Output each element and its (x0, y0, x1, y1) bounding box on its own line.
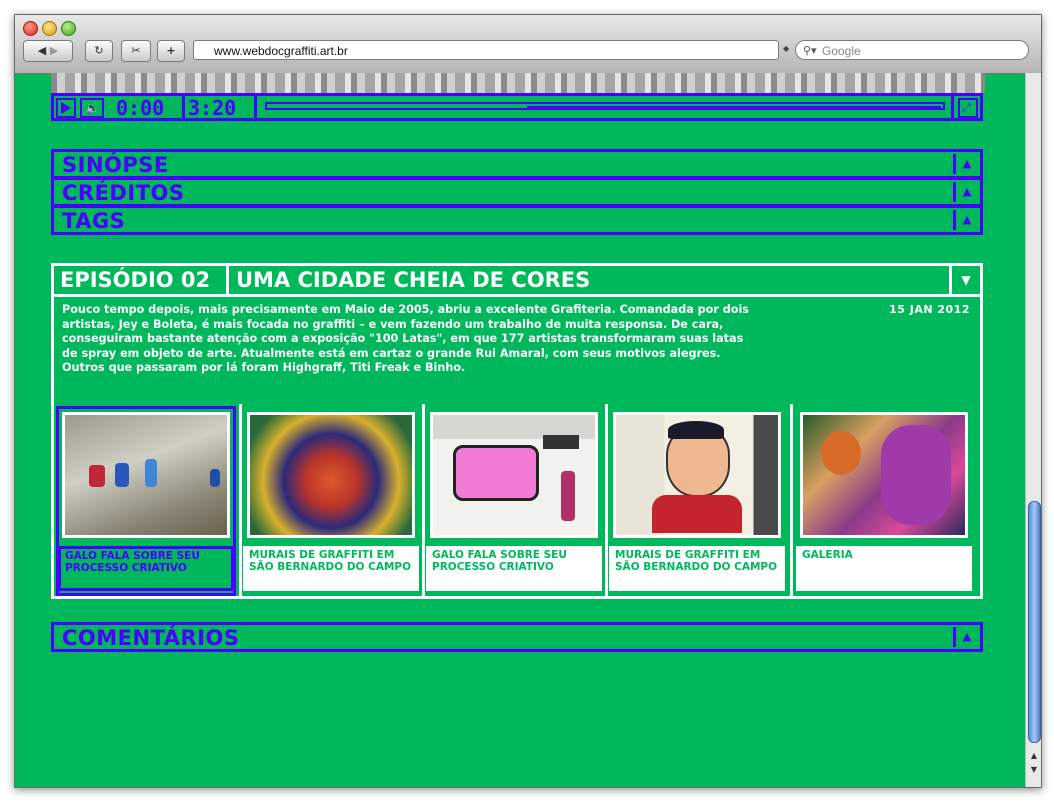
expand-down-icon[interactable]: ▼ (949, 266, 980, 294)
back-forward-buttons[interactable]: ◀ ▶ (23, 40, 73, 62)
comentarios-label: COMENTÁRIOS (62, 626, 240, 650)
vertical-scrollbar[interactable]: ▲ ▼ (1025, 73, 1041, 787)
video-card[interactable]: MURAIS DE GRAFFITI EM SÃO BERNARDO DO CA… (243, 408, 419, 594)
scroll-down-arrow-icon[interactable]: ▼ (1027, 763, 1041, 776)
episode-header[interactable]: EPISÓDIO 02 UMA CIDADE CHEIA DE CORES ▼ (54, 266, 980, 297)
graffiti-figure (145, 459, 157, 487)
divider (790, 404, 793, 596)
add-bookmark-button[interactable]: + (157, 40, 185, 62)
episode-panel: EPISÓDIO 02 UMA CIDADE CHEIA DE CORES ▼ … (51, 263, 983, 599)
person-figure (561, 471, 575, 521)
forward-arrow-icon[interactable]: ▶ (50, 44, 58, 57)
snapback-button[interactable]: ✂ (121, 40, 151, 62)
section-creditos[interactable]: CRÉDITOS ▲ (51, 177, 983, 207)
graffiti-tag (453, 445, 539, 501)
graffiti-figure (89, 465, 105, 487)
graffiti-figure (210, 469, 220, 487)
progress-bar[interactable] (254, 96, 954, 118)
search-field[interactable]: ⚲▾ Google (795, 40, 1029, 60)
search-icon: ⚲▾ (803, 45, 817, 57)
scroll-up-arrow-icon[interactable]: ▲ (1027, 749, 1041, 762)
gallery-card[interactable]: GALERIA (796, 408, 972, 594)
thumbnail-image[interactable] (247, 412, 415, 538)
graffiti-hair (821, 431, 861, 475)
graffiti-tag (543, 435, 579, 449)
reload-icon: ↻ (94, 44, 104, 57)
thumbnail-image[interactable] (613, 412, 781, 538)
volume-button[interactable]: 🔈 (80, 98, 104, 118)
fullscreen-button[interactable]: ⤢ (958, 98, 978, 118)
graffiti-figure (115, 463, 129, 487)
back-arrow-icon[interactable]: ◀ (38, 44, 46, 57)
tags-label: TAGS (62, 209, 126, 233)
close-window-button[interactable] (23, 21, 38, 36)
divider (605, 404, 608, 596)
current-time: 0:00 (116, 96, 165, 120)
video-card[interactable]: GALO FALA SOBRE SEU PROCESSO CRIATIVO (426, 408, 602, 594)
scroll-thumb[interactable] (1028, 501, 1041, 743)
plus-icon: + (166, 44, 176, 57)
video-controls: 🔈 0:00 3:20 ⤢ (51, 93, 983, 121)
video-card[interactable]: GALO FALA SOBRE SEU PROCESSO CRIATIVO (56, 406, 236, 596)
card-caption[interactable]: GALO FALA SOBRE SEU PROCESSO CRIATIVO (58, 546, 234, 591)
collapse-up-icon[interactable]: ▲ (953, 182, 978, 202)
fullscreen-icon: ⤢ (962, 101, 971, 114)
graffiti-body (652, 495, 742, 533)
episode-date: 15 JAN 2012 (889, 303, 970, 316)
reload-button[interactable]: ↻ (85, 40, 113, 62)
divider (182, 96, 185, 118)
sinopse-label: SINÓPSE (62, 153, 169, 177)
video-frame[interactable] (51, 73, 985, 93)
episode-title: UMA CIDADE CHEIA DE CORES (236, 268, 591, 292)
progress-track[interactable] (265, 102, 945, 110)
duration: 3:20 (188, 96, 237, 120)
address-stepper-icon[interactable]: ◆ (783, 44, 789, 53)
zoom-window-button[interactable] (61, 21, 76, 36)
episode-description: Pouco tempo depois, mais precisamente em… (62, 303, 749, 375)
browser-window: ◀ ▶ ↻ ✂ + www.webdocgraffiti.art.br ◆ ⚲▾… (14, 14, 1042, 788)
snapback-icon: ✂ (131, 44, 141, 57)
episode-number: EPISÓDIO 02 (60, 268, 211, 292)
volume-icon: 🔈 (85, 101, 100, 115)
address-bar[interactable]: www.webdocgraffiti.art.br (193, 40, 779, 60)
card-caption[interactable]: GALERIA (796, 546, 972, 591)
section-comentarios[interactable]: COMENTÁRIOS ▲ (51, 622, 983, 652)
buffer-indicator (527, 106, 941, 108)
browser-toolbar: ◀ ▶ ↻ ✂ + www.webdocgraffiti.art.br ◆ ⚲▾… (15, 15, 1041, 74)
card-caption[interactable]: MURAIS DE GRAFFITI EM SÃO BERNARDO DO CA… (243, 546, 419, 591)
collapse-up-icon[interactable]: ▲ (953, 154, 978, 174)
url-text: www.webdocgraffiti.art.br (214, 44, 348, 58)
search-placeholder: Google (822, 44, 861, 58)
minimize-window-button[interactable] (42, 21, 57, 36)
thumbnail-image[interactable] (800, 412, 968, 538)
divider (226, 266, 229, 294)
card-caption[interactable]: MURAIS DE GRAFFITI EM SÃO BERNARDO DO CA… (609, 546, 785, 591)
play-button[interactable] (56, 98, 76, 118)
graffiti-hair (668, 421, 724, 439)
thumbnail-image[interactable] (62, 412, 230, 538)
divider (422, 404, 425, 596)
section-tags[interactable]: TAGS ▲ (51, 205, 983, 235)
creditos-label: CRÉDITOS (62, 181, 185, 205)
divider (239, 404, 242, 596)
card-caption[interactable]: GALO FALA SOBRE SEU PROCESSO CRIATIVO (426, 546, 602, 591)
collapse-up-icon[interactable]: ▲ (953, 210, 978, 230)
video-card[interactable]: MURAIS DE GRAFFITI EM SÃO BERNARDO DO CA… (609, 408, 785, 594)
graffiti-elephant (881, 425, 951, 525)
section-sinopse[interactable]: SINÓPSE ▲ (51, 149, 983, 179)
play-icon (61, 102, 71, 114)
collapse-up-icon[interactable]: ▲ (953, 627, 978, 647)
thumbnail-image[interactable] (430, 412, 598, 538)
